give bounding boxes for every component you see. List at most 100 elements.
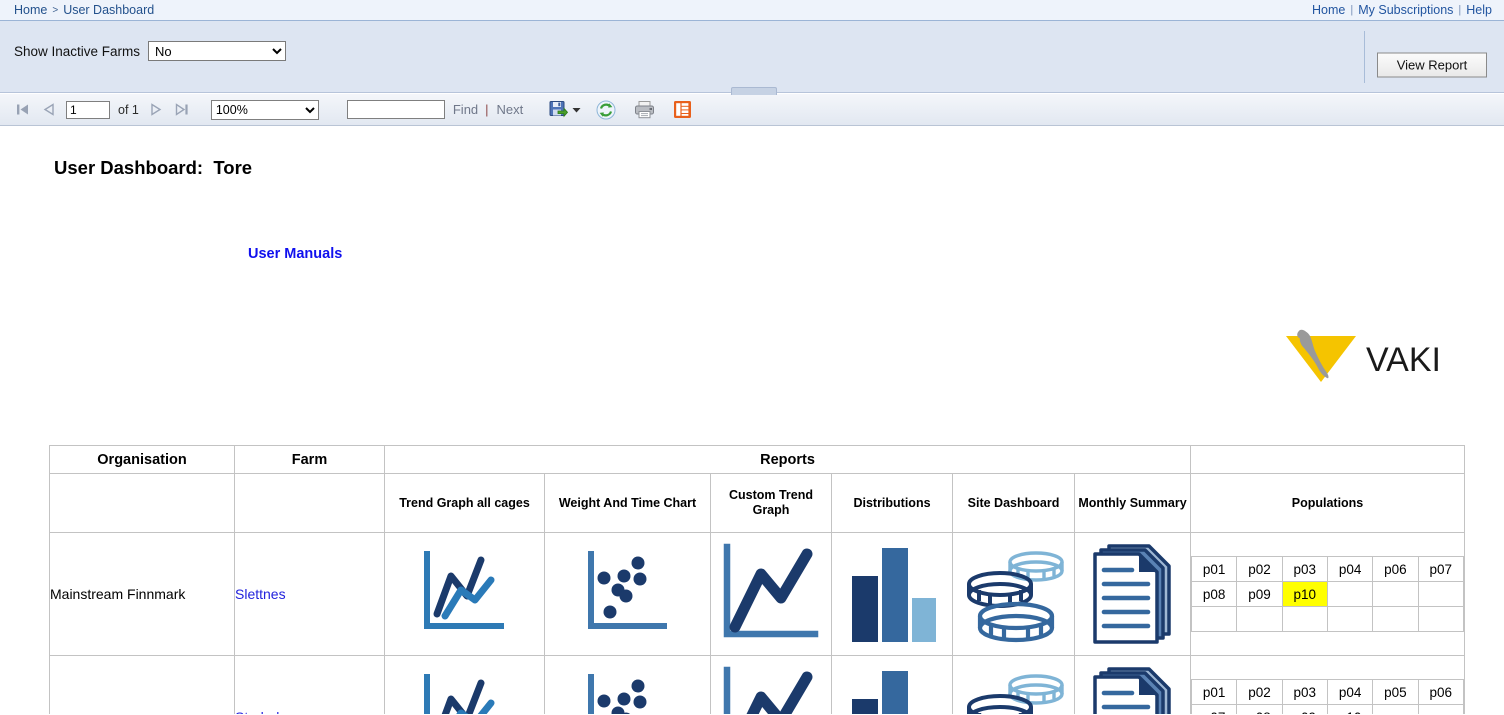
export-button[interactable]: [545, 98, 571, 122]
print-icon: [634, 101, 654, 119]
farm-link-slettnes[interactable]: Slettnes: [234, 532, 385, 656]
fish-cages-icon: [966, 551, 1064, 643]
page-number-input[interactable]: [66, 100, 110, 119]
header-organisation-blank: [49, 473, 235, 533]
refresh-button[interactable]: [593, 98, 619, 122]
population-cell-empty: [1326, 606, 1374, 632]
population-link-p04[interactable]: p04: [1326, 556, 1374, 582]
population-link-p07[interactable]: p07: [1417, 556, 1465, 582]
report-link-site-dashboard[interactable]: [952, 532, 1075, 656]
report-link-trend-graph-all-cages[interactable]: [384, 655, 545, 714]
population-link-p06[interactable]: p06: [1417, 679, 1465, 705]
table-row: Storholmen: [49, 655, 1465, 714]
populations-row: p01 p02 p03 p04 p05 p06: [1190, 679, 1465, 705]
population-cell-empty: [1236, 606, 1283, 632]
header-monthly-summary: Monthly Summary: [1074, 473, 1191, 533]
population-link-p08[interactable]: p08: [1236, 704, 1283, 714]
top-link-home[interactable]: Home: [1312, 3, 1345, 17]
report-link-distributions[interactable]: [831, 655, 953, 714]
population-link-p03[interactable]: p03: [1281, 556, 1328, 582]
scatter-chart-icon: [587, 551, 667, 629]
populations-row: p01 p02 p03 p04 p06 p07: [1190, 556, 1465, 582]
report-link-monthly-summary[interactable]: [1074, 532, 1191, 656]
population-link-p04[interactable]: p04: [1326, 679, 1374, 705]
breadcrumb-home-link[interactable]: Home: [14, 3, 47, 17]
next-page-icon: [151, 103, 162, 116]
chevron-down-icon: [572, 107, 581, 112]
svg-text:VAKI: VAKI: [1366, 341, 1441, 379]
bar-chart-icon: [852, 548, 936, 642]
document-icon: [1092, 667, 1171, 714]
populations-row: p08 p09 p10: [1190, 581, 1465, 607]
header-reports: Reports: [384, 445, 1191, 474]
find-input[interactable]: [346, 100, 445, 119]
report-toolbar: of 1 100%75%50%Page WidthWhole Page Find…: [0, 93, 1504, 126]
show-inactive-farms-group: Show Inactive Farms NoYes: [0, 21, 287, 61]
find-button[interactable]: Find: [453, 102, 478, 117]
header-trend-graph-all-cages: Trend Graph all cages: [384, 473, 545, 533]
header-weight-and-time-chart: Weight And Time Chart: [544, 473, 711, 533]
report-link-monthly-summary[interactable]: [1074, 655, 1191, 714]
report-link-custom-trend-graph[interactable]: [710, 655, 832, 714]
show-inactive-farms-select[interactable]: NoYes: [148, 41, 287, 61]
population-link-p01[interactable]: p01: [1190, 556, 1238, 582]
last-page-button[interactable]: [169, 98, 195, 122]
report-link-weight-and-time-chart[interactable]: [544, 532, 711, 656]
first-page-button[interactable]: [10, 98, 36, 122]
population-link-p09[interactable]: p09: [1281, 704, 1328, 714]
top-link-help[interactable]: Help: [1466, 3, 1492, 17]
population-link-p01[interactable]: p01: [1190, 679, 1238, 705]
trend-graph-icon: [423, 551, 504, 629]
previous-page-icon: [43, 103, 54, 116]
population-cell-empty: [1417, 704, 1465, 714]
splitter-handle[interactable]: [731, 87, 777, 95]
population-link-p02[interactable]: p02: [1236, 679, 1283, 705]
header-site-dashboard: Site Dashboard: [952, 473, 1075, 533]
document-icon: [1092, 544, 1171, 644]
vaki-logo-icon: VAKI: [1286, 329, 1441, 382]
report-link-weight-and-time-chart[interactable]: [544, 655, 711, 714]
vaki-logo: VAKI: [1284, 324, 1444, 386]
refresh-icon: [596, 100, 616, 119]
farm-link-storholmen[interactable]: Storholmen: [234, 655, 385, 714]
population-link-p06[interactable]: p06: [1372, 556, 1419, 582]
print-button[interactable]: [631, 98, 657, 122]
populations-row: p07p08p09p10: [1190, 704, 1465, 714]
populations-cell-row-1: p01 p02 p03 p04 p06 p07 p08 p09 p10: [1190, 532, 1465, 656]
export-dropdown-button[interactable]: [571, 98, 581, 122]
table-row: Mainstream Finnmark Slettnes p01 p02 p03…: [49, 532, 1465, 656]
cell-organisation: Mainstream Finnmark: [49, 532, 235, 656]
population-link-p03[interactable]: p03: [1281, 679, 1328, 705]
zoom-level-select[interactable]: 100%75%50%Page WidthWhole Page: [210, 99, 319, 120]
table-header-row-2: Trend Graph all cages Weight And Time Ch…: [49, 473, 1465, 533]
population-cell-empty: [1417, 581, 1465, 607]
population-cell-empty: [1372, 581, 1419, 607]
population-link-p08[interactable]: p08: [1190, 581, 1238, 607]
population-link-p09[interactable]: p09: [1236, 581, 1283, 607]
find-next-button[interactable]: Next: [497, 102, 524, 117]
user-manuals-link[interactable]: User Manuals: [248, 246, 342, 262]
first-page-icon: [17, 104, 28, 115]
population-cell-empty: [1326, 581, 1374, 607]
cell-organisation: [49, 655, 235, 714]
next-page-button[interactable]: [143, 98, 169, 122]
population-link-p07[interactable]: p07: [1190, 704, 1238, 714]
population-link-p02[interactable]: p02: [1236, 556, 1283, 582]
show-inactive-farms-label: Show Inactive Farms: [14, 43, 141, 59]
header-populations: Populations: [1190, 473, 1465, 533]
page-layout-button[interactable]: [669, 98, 695, 122]
report-link-distributions[interactable]: [831, 532, 953, 656]
page-count-label: of 1: [118, 102, 139, 117]
population-link-p10[interactable]: p10: [1326, 704, 1374, 714]
population-link-p05[interactable]: p05: [1372, 679, 1419, 705]
top-link-separator-1: |: [1350, 4, 1354, 16]
population-link-p10[interactable]: p10: [1281, 581, 1328, 607]
previous-page-button[interactable]: [36, 98, 62, 122]
last-page-icon: [175, 103, 188, 116]
report-link-custom-trend-graph[interactable]: [710, 532, 832, 656]
export-save-icon: [549, 101, 568, 118]
report-link-trend-graph-all-cages[interactable]: [384, 532, 545, 656]
view-report-button[interactable]: View Report: [1377, 52, 1487, 78]
report-link-site-dashboard[interactable]: [952, 655, 1075, 714]
top-link-my-subscriptions[interactable]: My Subscriptions: [1358, 3, 1453, 17]
